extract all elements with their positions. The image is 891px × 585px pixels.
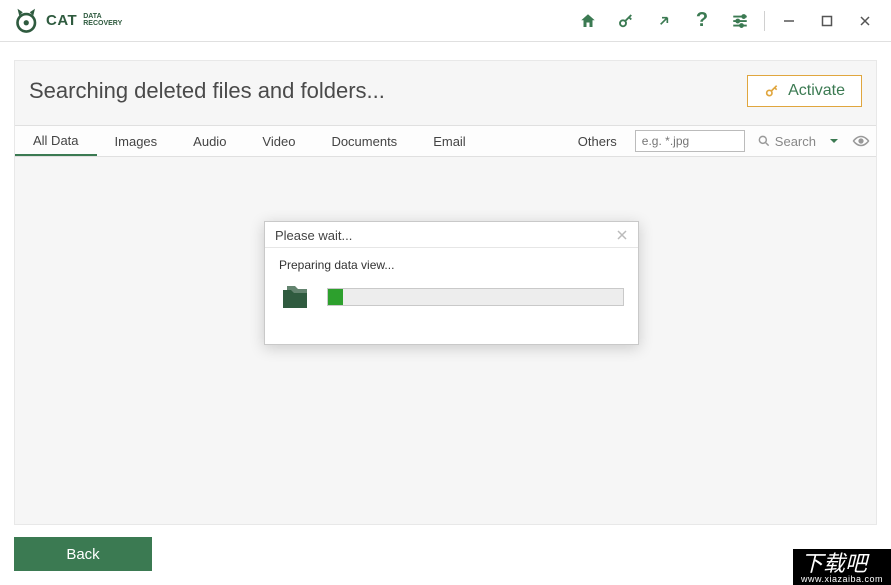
progress-bar <box>327 288 624 306</box>
wait-dialog: Please wait... Preparing data view... <box>264 221 639 345</box>
logo-line2: RECOVERY <box>83 20 122 27</box>
home-button[interactable] <box>570 6 606 36</box>
key-icon <box>764 83 780 99</box>
titlebar-actions: ? <box>570 6 883 36</box>
titlebar: CAT DATA RECOVERY ? <box>0 0 891 42</box>
close-button[interactable] <box>847 6 883 36</box>
logo-icon <box>14 7 42 35</box>
main-panel: Searching deleted files and folders... A… <box>14 60 877 525</box>
eye-icon <box>852 134 870 148</box>
watermark-url: www.xiazaiba.com <box>801 575 883 584</box>
search-options-toggle[interactable] <box>822 126 846 156</box>
close-icon <box>617 230 627 240</box>
tab-others[interactable]: Others <box>560 126 635 156</box>
share-button[interactable] <box>646 6 682 36</box>
results-area: Please wait... Preparing data view... <box>15 158 876 524</box>
activate-label: Activate <box>788 82 845 100</box>
tab-images[interactable]: Images <box>97 126 176 156</box>
chevron-down-icon <box>828 135 840 147</box>
filter-tabs: All Data Images Audio Video Documents Em… <box>15 125 876 157</box>
header-row: Searching deleted files and folders... A… <box>15 61 876 125</box>
progress-fill <box>328 289 343 305</box>
watermark-text: 下载吧 <box>801 551 867 576</box>
preview-toggle[interactable] <box>846 126 876 156</box>
settings-button[interactable] <box>722 6 758 36</box>
tab-documents[interactable]: Documents <box>313 126 415 156</box>
tab-email[interactable]: Email <box>415 126 484 156</box>
maximize-button[interactable] <box>809 6 845 36</box>
key-button[interactable] <box>608 6 644 36</box>
app-logo: CAT DATA RECOVERY <box>14 7 122 35</box>
search-button[interactable]: Search <box>751 126 822 156</box>
activate-button[interactable]: Activate <box>747 75 862 107</box>
tab-audio[interactable]: Audio <box>175 126 244 156</box>
dialog-titlebar: Please wait... <box>265 222 638 248</box>
dialog-title: Please wait... <box>275 228 352 243</box>
separator <box>764 11 765 31</box>
logo-brand-text: CAT <box>46 13 77 28</box>
search-label: Search <box>775 134 816 149</box>
dialog-close-button[interactable] <box>614 227 630 243</box>
help-button[interactable]: ? <box>684 6 720 36</box>
tab-all-data[interactable]: All Data <box>15 126 97 156</box>
page-title: Searching deleted files and folders... <box>29 78 385 104</box>
dialog-message: Preparing data view... <box>279 258 624 272</box>
logo-line1: DATA <box>83 13 122 20</box>
minimize-button[interactable] <box>771 6 807 36</box>
footer: Back <box>14 537 152 571</box>
watermark: 下载吧 www.xiazaiba.com <box>793 549 891 585</box>
back-button[interactable]: Back <box>14 537 152 571</box>
search-input[interactable] <box>635 130 745 152</box>
folder-icon <box>279 282 313 312</box>
tab-video[interactable]: Video <box>244 126 313 156</box>
search-icon <box>757 134 771 148</box>
